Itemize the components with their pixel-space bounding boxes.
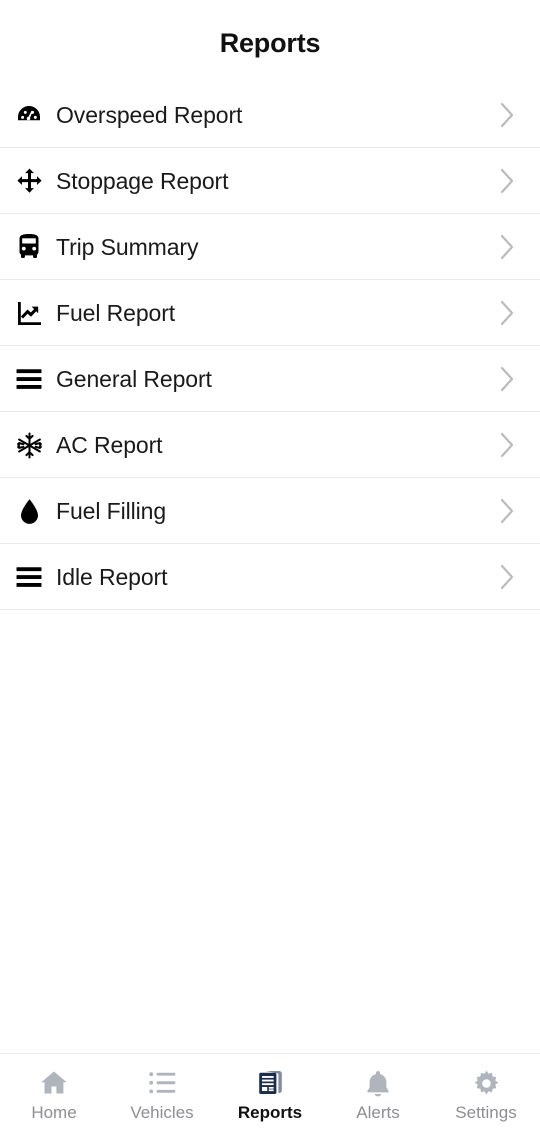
list-item-trip-summary[interactable]: Trip Summary — [0, 214, 540, 280]
nav-item-label: Home — [31, 1103, 77, 1122]
chart-line-up-icon — [14, 298, 44, 328]
chevron-right-icon[interactable] — [496, 562, 518, 592]
document-icon — [257, 1069, 284, 1097]
list-item-label: Stoppage Report — [56, 167, 229, 194]
nav-item-label: Vehicles — [130, 1103, 194, 1122]
droplet-icon — [14, 496, 44, 526]
nav-item-label: Alerts — [356, 1103, 400, 1122]
nav-item-settings[interactable]: Settings — [432, 1069, 540, 1121]
list-item-label: General Report — [56, 365, 212, 392]
list-item-overspeed-report[interactable]: Overspeed Report — [0, 82, 540, 148]
nav-item-reports[interactable]: Reports — [216, 1069, 324, 1121]
nav-item-home[interactable]: Home — [0, 1069, 108, 1121]
nav-item-vehicles[interactable]: Vehicles — [108, 1069, 216, 1121]
list-item-general-report[interactable]: General Report — [0, 346, 540, 412]
list-item-fuel-report[interactable]: Fuel Report — [0, 280, 540, 346]
list-item-stoppage-report[interactable]: Stoppage Report — [0, 148, 540, 214]
list-item-idle-report[interactable]: Idle Report — [0, 544, 540, 610]
nav-item-alerts[interactable]: Alerts — [324, 1069, 432, 1121]
gear-icon — [473, 1069, 500, 1097]
chevron-right-icon[interactable] — [496, 100, 518, 130]
tachometer-icon — [14, 100, 44, 130]
chevron-right-icon[interactable] — [496, 496, 518, 526]
bottom-navigation-bar: Home Vehicles Reports Alerts Settings — [0, 1053, 540, 1139]
list-item-ac-report[interactable]: AC Report — [0, 412, 540, 478]
nav-item-label: Settings — [455, 1103, 517, 1122]
nav-item-label: Reports — [237, 1103, 303, 1122]
bars-icon — [14, 562, 44, 592]
bell-icon — [366, 1069, 390, 1097]
list-item-label: AC Report — [56, 431, 163, 458]
chevron-right-icon[interactable] — [496, 166, 518, 196]
reports-list: Overspeed Report Stoppage Report Trip Su… — [0, 82, 540, 610]
list-item-label: Idle Report — [56, 563, 168, 590]
list-item-fuel-filling[interactable]: Fuel Filling — [0, 478, 540, 544]
chevron-right-icon[interactable] — [496, 232, 518, 262]
empty-content-area — [0, 610, 540, 1053]
chevron-right-icon[interactable] — [496, 430, 518, 460]
reports-screen: Reports Overspeed Report Stoppage Report… — [0, 0, 540, 1139]
list-item-label: Overspeed Report — [56, 101, 243, 128]
snowflake-icon — [14, 430, 44, 460]
list-item-label: Fuel Report — [56, 299, 176, 326]
page-title: Reports — [219, 27, 321, 58]
list-ul-icon — [148, 1069, 176, 1097]
home-icon — [40, 1069, 68, 1097]
list-item-label: Trip Summary — [56, 233, 199, 260]
arrows-move-icon — [14, 166, 44, 196]
chevron-right-icon[interactable] — [496, 364, 518, 394]
bus-icon — [14, 232, 44, 262]
bars-icon — [14, 364, 44, 394]
page-header: Reports — [0, 0, 540, 82]
list-item-label: Fuel Filling — [56, 497, 167, 524]
chevron-right-icon[interactable] — [496, 298, 518, 328]
